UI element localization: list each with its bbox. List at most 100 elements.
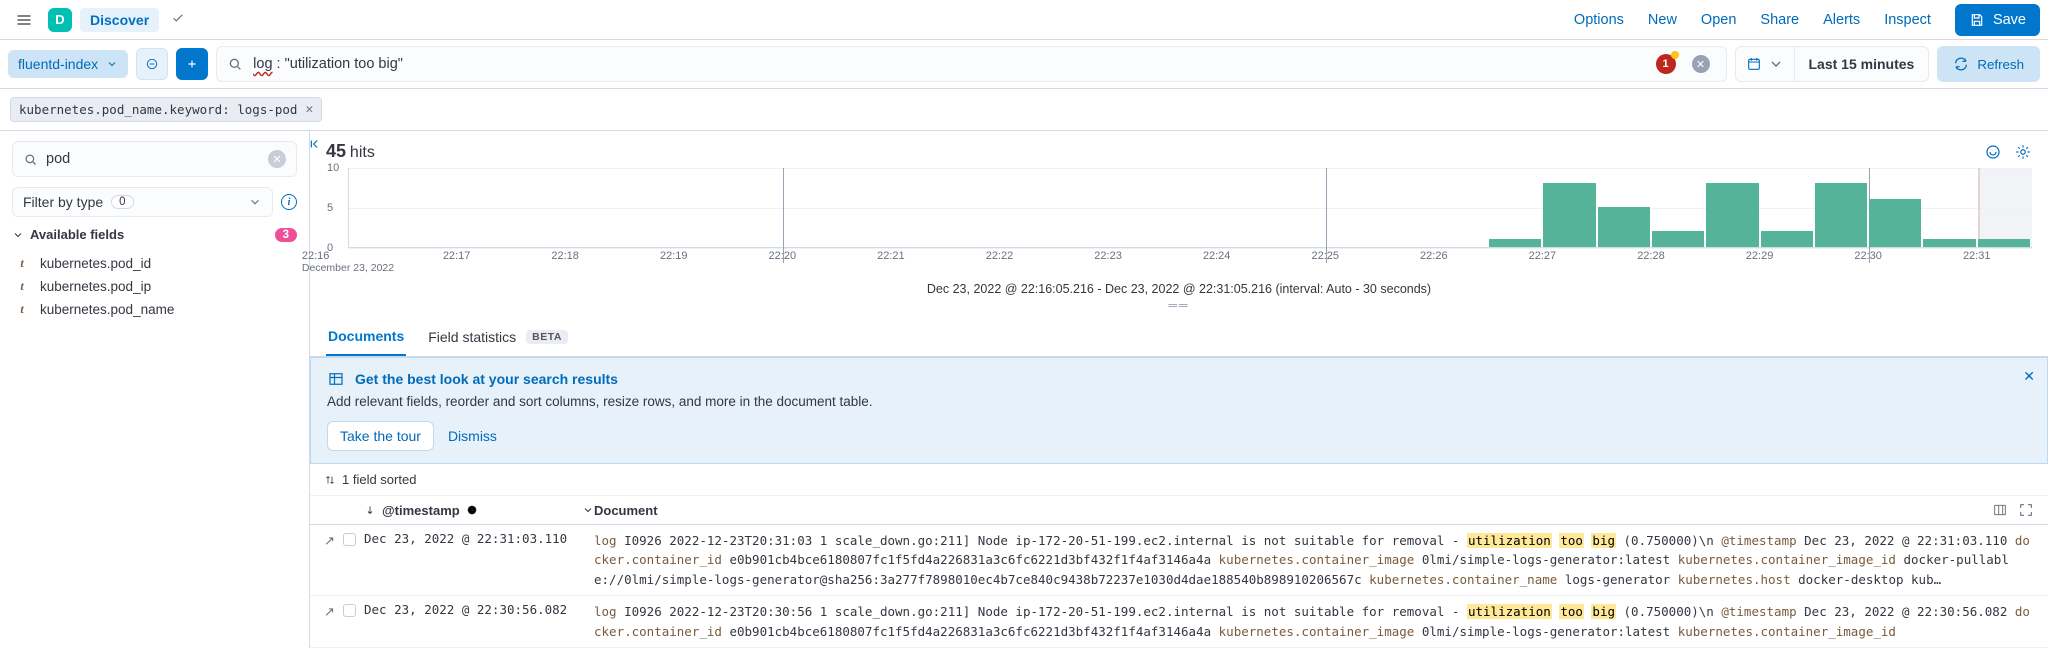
chevron-down-icon: [12, 229, 24, 241]
histogram-bar[interactable]: [1869, 199, 1921, 247]
x-tick-label: 22:20: [769, 250, 797, 262]
row-document: log I0926 2022-12-23T20:31:03 1 scale_do…: [594, 531, 2034, 589]
x-tick-label: 22:29: [1746, 250, 1774, 262]
filter-chip-label: kubernetes.pod_name.keyword: logs-pod: [19, 102, 297, 117]
sort-desc-icon: [364, 504, 376, 516]
topnav-options[interactable]: Options: [1574, 12, 1624, 28]
refresh-button[interactable]: Refresh: [1937, 46, 2040, 82]
row-checkbox[interactable]: [343, 604, 356, 617]
histogram-bar[interactable]: [1489, 239, 1541, 247]
histogram-bar[interactable]: [1598, 207, 1650, 247]
row-checkbox[interactable]: [343, 533, 356, 546]
x-tick-label: 22:17: [443, 250, 471, 262]
x-tick-label: 22:23: [1094, 250, 1122, 262]
refresh-icon: [1953, 56, 1969, 72]
save-button[interactable]: Save: [1955, 4, 2040, 36]
tab-field-statistics[interactable]: Field statistics: [426, 319, 518, 355]
field-item[interactable]: tkubernetes.pod_id: [12, 252, 297, 275]
field-item[interactable]: t kubernetes.pod_name: [12, 298, 297, 321]
add-filter-button[interactable]: [176, 48, 208, 80]
topnav-open[interactable]: Open: [1701, 12, 1736, 28]
calendar-icon: [1746, 56, 1762, 72]
field-search[interactable]: ✕: [12, 141, 297, 177]
search-icon: [23, 152, 38, 167]
topnav-share[interactable]: Share: [1760, 12, 1799, 28]
x-tick-label: 22:24: [1203, 250, 1231, 262]
tab-documents[interactable]: Documents: [326, 318, 406, 356]
field-item[interactable]: tkubernetes.pod_ip: [12, 275, 297, 298]
histogram-bar[interactable]: [1543, 183, 1595, 247]
row-timestamp: Dec 23, 2022 @ 22:30:56.082: [364, 602, 594, 617]
available-fields-count: 3: [275, 228, 297, 242]
column-header-timestamp[interactable]: @timestamp: [364, 503, 594, 518]
x-tick-label: 22:22: [986, 250, 1014, 262]
field-search-input[interactable]: [46, 151, 260, 167]
sidebar-collapse-button[interactable]: [307, 137, 325, 154]
row-document: log I0926 2022-12-23T20:30:56 1 scale_do…: [594, 602, 2034, 641]
expand-row-icon[interactable]: ↗: [324, 533, 335, 549]
field-type-icon: t: [14, 279, 30, 294]
x-tick-label: 22:18: [551, 250, 579, 262]
histogram-bar[interactable]: [1978, 239, 2030, 247]
x-tick-label: 22:31: [1963, 250, 1991, 262]
chart-options-icon[interactable]: [1984, 143, 2002, 161]
index-pattern-selector[interactable]: fluentd-index: [8, 50, 128, 78]
callout-close[interactable]: ✕: [2023, 368, 2035, 385]
index-pattern-label: fluentd-index: [18, 56, 98, 72]
row-timestamp: Dec 23, 2022 @ 22:31:03.110: [364, 531, 594, 546]
query-bar[interactable]: log : "utilization too big" 1 ✕: [216, 46, 1726, 82]
callout-body: Add relevant fields, reorder and sort co…: [327, 394, 2031, 409]
field-search-clear[interactable]: ✕: [268, 150, 286, 168]
field-name: kubernetes.pod_name: [40, 302, 174, 317]
field-name: kubernetes.pod_id: [40, 256, 151, 271]
dismiss-link[interactable]: Dismiss: [448, 428, 497, 444]
chevron-down-icon: [1768, 56, 1784, 72]
histogram-bar[interactable]: [1706, 183, 1758, 247]
table-icon: [327, 370, 345, 388]
filter-chip[interactable]: kubernetes.pod_name.keyword: logs-pod ✕: [10, 97, 322, 122]
take-tour-button[interactable]: Take the tour: [327, 421, 434, 451]
table-row: ↗ Dec 23, 2022 @ 22:31:03.110 log I0926 …: [310, 525, 2048, 596]
chevron-down-icon: [248, 195, 262, 209]
nav-menu-button[interactable]: [8, 4, 40, 36]
x-tick-label: 22:27: [1529, 250, 1557, 262]
field-type-icon: t: [14, 302, 30, 317]
filter-help-icon[interactable]: i: [281, 194, 297, 210]
hit-count: 45 hits: [326, 141, 375, 162]
fullscreen-icon[interactable]: [2018, 502, 2034, 518]
resize-handle[interactable]: ══: [326, 298, 2032, 312]
topnav-alerts[interactable]: Alerts: [1823, 12, 1860, 28]
app-name-pill[interactable]: Discover: [80, 8, 159, 32]
sort-summary[interactable]: 1 field sorted: [310, 464, 2048, 496]
space-avatar[interactable]: D: [48, 8, 72, 32]
filter-icon: [145, 57, 159, 71]
x-tick-label: 22:21: [877, 250, 905, 262]
histogram-chart[interactable]: 0510: [348, 168, 2032, 248]
query-clear-button[interactable]: ✕: [1692, 55, 1710, 73]
filter-chip-remove[interactable]: ✕: [305, 102, 313, 117]
filter-settings-button[interactable]: [136, 48, 168, 80]
filter-by-type-label: Filter by type: [23, 194, 103, 210]
column-header-document[interactable]: Document: [594, 503, 1992, 518]
save-button-label: Save: [1993, 12, 2026, 28]
saved-check-icon: [171, 11, 185, 28]
histogram-bar[interactable]: [1815, 183, 1867, 247]
topnav-new[interactable]: New: [1648, 12, 1677, 28]
expand-row-icon[interactable]: ↗: [324, 604, 335, 620]
chevron-down-icon[interactable]: [582, 504, 594, 516]
date-range-display[interactable]: Last 15 minutes: [1795, 46, 1930, 82]
x-tick-label: 22:19: [660, 250, 688, 262]
plus-icon: [185, 57, 199, 71]
topnav-inspect[interactable]: Inspect: [1884, 12, 1931, 28]
query-warning-badge[interactable]: 1: [1656, 54, 1676, 74]
filter-by-type[interactable]: Filter by type 0: [12, 187, 273, 217]
histogram-bar[interactable]: [1761, 231, 1813, 247]
tour-callout: Get the best look at your search results…: [310, 357, 2048, 464]
gear-icon[interactable]: [2014, 143, 2032, 161]
available-fields-header[interactable]: Available fields 3: [12, 227, 297, 242]
columns-icon[interactable]: [1992, 502, 2008, 518]
histogram-bar[interactable]: [1652, 231, 1704, 247]
histogram-bar[interactable]: [1923, 239, 1975, 247]
available-fields-label: Available fields: [30, 227, 124, 242]
date-quick-select[interactable]: [1735, 46, 1795, 82]
